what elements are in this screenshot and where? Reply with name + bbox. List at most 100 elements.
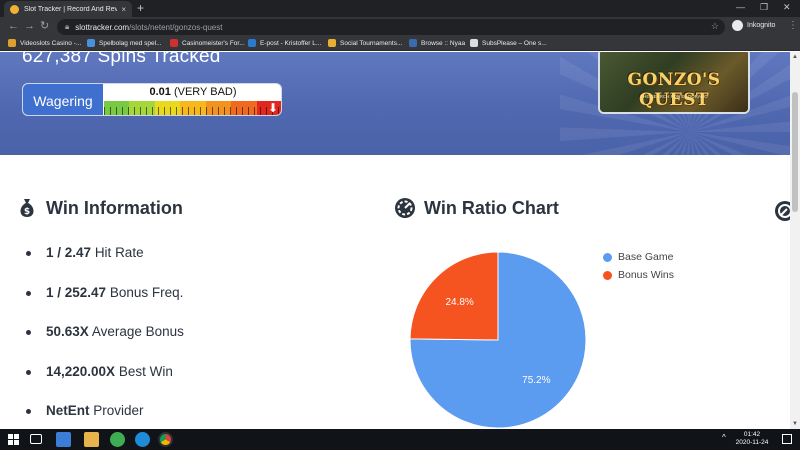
win-ratio-title: Win Ratio Chart [394,197,559,219]
new-tab-button[interactable]: + [137,2,144,14]
clock-time: 01:42 [743,431,761,438]
money-bag-icon: $ [20,199,34,217]
wagering-value: 0.01 (VERY BAD) [103,86,281,98]
reload-icon[interactable]: ↻ [40,20,49,33]
down-arrow-icon: ⬇ [267,101,279,115]
win-information-title: $ Win Information [16,197,183,219]
chart-legend: Base Game Bonus Wins [603,251,674,287]
back-icon[interactable]: ← [8,20,19,33]
bookmark-item[interactable]: Casinomeister's For... [170,39,245,47]
windows-taskbar: ^ 01:42 2020-11-24 [0,429,800,450]
legend-dot [603,270,612,280]
stat-label: Provider [93,403,144,418]
tab-close-icon[interactable]: × [121,5,126,14]
stat-best-win: 14,220.00X Best Win [26,364,184,404]
bookmark-item[interactable]: Social Tournaments... [328,39,402,47]
stat-average-bonus: 50.63X Average Bonus [26,324,184,364]
bookmark-favicon-icon [409,39,417,47]
bookmark-item[interactable]: Spelbolag med spel... [87,39,162,47]
bookmark-favicon-icon [8,39,16,47]
legend-item[interactable]: Base Game [603,251,674,263]
bookmark-favicon-icon [470,39,478,47]
spins-tracked: 627,387 Spins Tracked [22,52,221,67]
scroll-thumb[interactable] [792,92,798,212]
browser-tab[interactable]: Slot Tracker | Record And Review × [4,1,132,17]
bookmark-item[interactable]: SubsPlease – One s... [470,39,547,47]
stat-bonus-freq: 1 / 252.47 Bonus Freq. [26,285,184,325]
minimize-icon[interactable]: — [736,2,745,12]
profile-button[interactable]: Inkognito [732,20,775,31]
task-view-icon[interactable] [30,434,42,444]
edge-browser-icon[interactable] [135,432,150,447]
url-domain: slottracker.com [75,22,130,32]
bookmark-item[interactable]: Browse :: Nyaa [409,39,465,47]
maximize-icon[interactable]: ❐ [760,2,768,13]
legend-label: Bonus Wins [618,269,675,281]
win-information-heading: Win Information [46,197,183,218]
windows-start-icon[interactable] [8,434,19,445]
game-subtitle: THE SEARCH FOR EL DORADO [640,94,708,99]
pie-chart-svg: 75.2% 24.8% [409,251,587,429]
win-ratio-pie: 75.2% 24.8% [409,251,587,429]
stat-hit-rate: 1 / 2.47 Hit Rate [26,245,184,285]
notifications-icon[interactable] [782,434,792,444]
win-stats-list: 1 / 2.47 Hit Rate 1 / 252.47 Bonus Freq.… [26,245,184,429]
game-thumbnail[interactable]: GONZO'S QUEST THE SEARCH FOR EL DORADO [598,52,750,114]
stat-value: 1 / 252.47 [46,284,107,300]
chrome-browser-icon[interactable] [158,432,173,447]
browser-toolbar: ← → ↻ 🔒︎ slottracker.com/slots/netent/go… [0,17,800,37]
legend-item[interactable]: Bonus Wins [603,269,674,281]
bookmark-star-icon[interactable]: ☆ [711,21,719,32]
browser-tab-bar: Slot Tracker | Record And Review × + — ❐… [0,0,800,17]
tab-title: Slot Tracker | Record And Review [24,5,118,13]
stat-value: 1 / 2.47 [46,245,92,260]
stat-provider: NetEnt Provider [26,403,184,429]
file-explorer-icon[interactable] [84,432,99,447]
bookmark-item[interactable]: Videoslots Casino -... [8,39,81,47]
page-scrollbar[interactable]: ▲ ▼ [790,52,800,429]
profile-label: Inkognito [747,22,776,29]
stat-label: Bonus Freq. [109,284,184,300]
taskbar-clock[interactable]: 01:42 2020-11-24 [735,431,769,447]
address-bar[interactable]: 🔒︎ slottracker.com/slots/netent/gonzos-q… [57,19,725,35]
site-favicon-icon [10,4,19,14]
bookmark-item[interactable]: E-post - Kristoffer L... [248,39,321,47]
wagering-widget: Wagering 0.01 (VERY BAD) ⬇ [22,83,282,116]
stat-label: Average Bonus [91,324,184,339]
game-logo: GONZO'S QUEST [627,70,721,110]
url-text: slottracker.com/slots/netent/gonzos-ques… [75,23,222,32]
clock-date: 2020-11-24 [735,439,769,446]
meter-ticks [104,107,281,115]
page-content: 627,387 Spins Tracked Wagering 0.01 (VER… [0,52,790,429]
wagering-label: Wagering [23,84,103,115]
legend-dot [603,252,612,262]
stat-value: NetEnt [46,403,90,418]
tray-chevron-icon[interactable]: ^ [722,433,726,442]
scroll-down-icon[interactable]: ▼ [791,420,799,428]
bookmarks-bar: Videoslots Casino -... Spelbolag med spe… [0,37,800,51]
window-close-icon[interactable]: ✕ [783,2,791,13]
ratio-gauge-icon [395,198,415,218]
bookmark-favicon-icon [328,39,336,47]
pie-value-label: 24.8% [445,297,473,308]
forward-icon[interactable]: → [24,20,35,33]
bookmark-favicon-icon [248,39,256,47]
stat-value: 50.63X [46,324,89,339]
lock-icon: 🔒︎ [65,22,70,31]
stat-label: Hit Rate [94,245,144,260]
bookmark-favicon-icon [87,39,95,47]
stat-label: Best Win [118,363,173,379]
wagering-rating: (VERY BAD) [173,86,237,98]
browser-menu-icon[interactable]: ⋮ [788,20,798,32]
legend-label: Base Game [618,251,674,263]
torrent-client-icon[interactable] [110,432,125,447]
stat-value: 14,220.00X [46,363,116,379]
pie-slice-bonus-wins[interactable] [409,251,499,341]
win-ratio-heading: Win Ratio Chart [424,197,559,218]
scroll-up-icon[interactable]: ▲ [791,53,799,61]
url-path: /slots/netent/gonzos-quest [129,22,223,32]
pie-value-label: 75.2% [522,375,550,386]
incognito-icon [732,20,743,31]
wagering-number: 0.01 [149,86,171,98]
remote-desktop-icon[interactable] [56,432,71,447]
